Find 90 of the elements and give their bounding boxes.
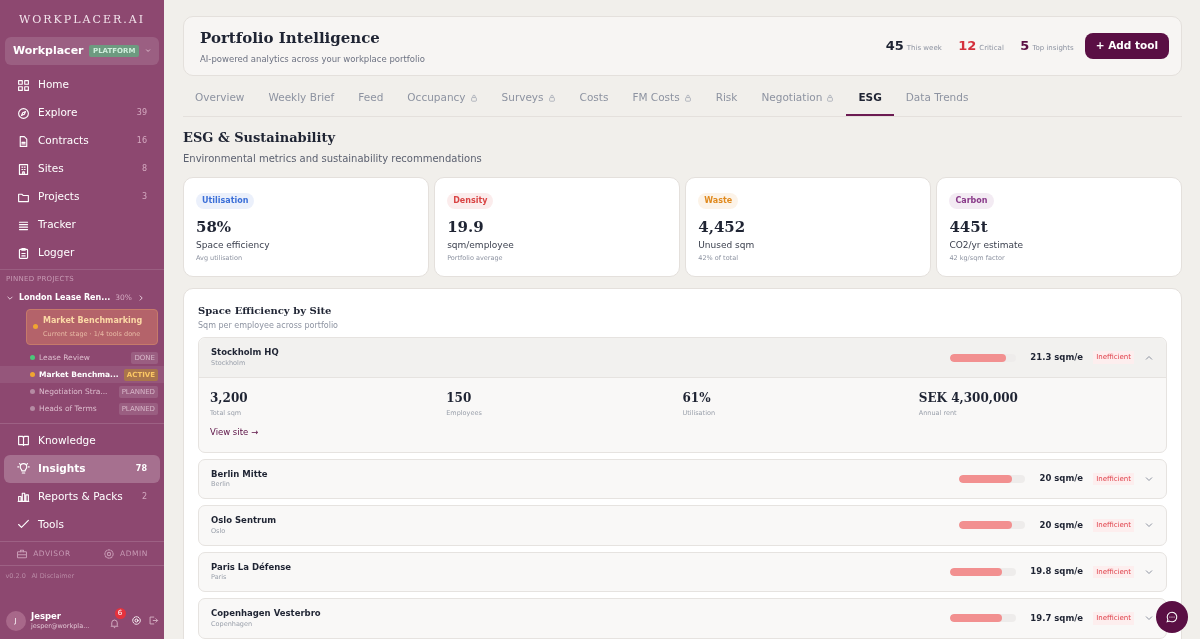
nav-item[interactable]: Contracts 16 xyxy=(4,127,160,155)
density-reading: 19.7 sqm/e xyxy=(1030,611,1084,625)
nav-item[interactable]: Tracker xyxy=(4,211,160,239)
tab[interactable]: ESG xyxy=(846,81,894,116)
metric-label: Unused sqm xyxy=(698,238,756,252)
site-name: Berlin Mitte xyxy=(211,467,268,481)
gear-icon xyxy=(131,615,142,627)
section-title: ESG & Sustainability xyxy=(183,128,337,147)
density-reading: 20 sqm/e xyxy=(1039,472,1084,486)
detail-value: 150 xyxy=(446,389,473,407)
tab[interactable]: Costs xyxy=(567,81,621,116)
lightbulb-icon xyxy=(17,462,30,475)
tab[interactable]: Weekly Brief xyxy=(256,81,347,116)
metric-tag: Carbon xyxy=(949,193,994,209)
chat-button[interactable] xyxy=(1156,601,1188,633)
panel-title: Space Efficiency by Site xyxy=(198,303,333,318)
view-site-link[interactable]: View site → xyxy=(210,427,259,437)
site-name: Paris La Défense xyxy=(211,560,292,574)
tab[interactable]: Surveys xyxy=(489,81,568,116)
gear-icon xyxy=(103,547,116,560)
check-icon xyxy=(17,518,30,531)
stage-title: Market Benchmarking xyxy=(43,314,144,327)
site-name: Copenhagen Vesterbro xyxy=(211,607,321,620)
user-name: Jesper xyxy=(31,609,63,623)
detail-value: SEK 4,300,000 xyxy=(918,389,1019,407)
bar-chart-icon xyxy=(17,490,30,503)
metric-tag: Waste xyxy=(698,193,739,209)
nav-item[interactable]: Reports & Packs 2 xyxy=(4,482,160,511)
metric-label: Space efficiency xyxy=(196,238,271,252)
stat-value: 12 xyxy=(958,37,977,56)
tab[interactable]: Feed xyxy=(346,81,396,116)
metric-label: sqm/employee xyxy=(447,238,515,252)
nav-count: 16 xyxy=(136,135,147,147)
briefcase-icon xyxy=(16,547,29,560)
metric-value: 445t xyxy=(949,217,989,238)
stat-value: 45 xyxy=(885,37,904,56)
detail-value: 61% xyxy=(682,389,712,407)
metric-value: 58% xyxy=(196,217,233,238)
lock-icon xyxy=(547,93,556,102)
grid-icon xyxy=(17,78,30,92)
lock-icon xyxy=(826,93,835,102)
metric-tag: Utilisation xyxy=(196,193,255,209)
document-icon xyxy=(17,134,30,148)
page-title: Portfolio Intelligence xyxy=(200,28,381,49)
status-dot xyxy=(33,323,38,329)
nav-count: 8 xyxy=(141,163,147,175)
tab[interactable]: Occupancy xyxy=(395,81,490,116)
nav-count: 39 xyxy=(136,107,147,119)
tab[interactable]: Risk xyxy=(703,81,750,116)
tab[interactable]: FM Costs xyxy=(620,81,704,116)
workspace-name: Workplacer xyxy=(13,42,84,59)
tab[interactable]: Overview xyxy=(183,81,257,116)
tab[interactable]: Negotiation xyxy=(749,81,847,116)
site-name: Stockholm HQ xyxy=(211,346,279,359)
nav-item[interactable]: Home xyxy=(4,71,160,99)
nav-item[interactable]: Projects 3 xyxy=(4,183,160,211)
detail-value: 3,200 xyxy=(210,389,249,407)
nav-item[interactable]: Insights 78 xyxy=(4,454,160,483)
density-reading: 21.3 sqm/e xyxy=(1030,351,1084,364)
metric-tag: Density xyxy=(447,193,494,209)
panel-subtitle: Sqm per employee across portfolio xyxy=(198,319,339,332)
density-reading: 19.8 sqm/e xyxy=(1030,565,1084,579)
logout-icon xyxy=(147,615,159,627)
nav-item[interactable]: Knowledge xyxy=(4,426,160,455)
bell-icon xyxy=(108,617,120,629)
logo: WORKPLACER.AI xyxy=(18,12,146,28)
chat-icon xyxy=(1165,610,1179,624)
site-name: Oslo Sentrum xyxy=(211,514,277,527)
lock-icon xyxy=(683,93,692,102)
density-reading: 20 sqm/e xyxy=(1039,518,1084,532)
nav-item[interactable]: Logger xyxy=(4,239,160,267)
tab[interactable]: Data Trends xyxy=(893,81,981,116)
section-subtitle: Environmental metrics and sustainability recommendations xyxy=(183,152,483,166)
stat-value: 5 xyxy=(1020,37,1030,56)
building-icon xyxy=(17,162,30,176)
metric-value: 19.9 xyxy=(447,217,485,238)
metric-label: CO2/yr estimate xyxy=(949,238,1024,252)
nav-item[interactable]: Sites 8 xyxy=(4,155,160,183)
nav-count: 2 xyxy=(141,490,147,503)
lock-icon xyxy=(469,93,478,102)
add-tool-button[interactable]: + Add tool xyxy=(1084,33,1169,59)
book-icon xyxy=(17,434,30,447)
compass-icon xyxy=(17,106,30,120)
page-subtitle: AI-powered analytics across your workplace portfolio xyxy=(200,52,425,66)
nav-count: 78 xyxy=(135,462,147,475)
nav-item[interactable]: Explore 39 xyxy=(4,99,160,127)
metric-value: 4,452 xyxy=(698,217,747,238)
nav-item[interactable]: Tools xyxy=(4,510,160,539)
nav-count: 3 xyxy=(141,191,147,203)
clipboard-icon xyxy=(17,246,30,260)
